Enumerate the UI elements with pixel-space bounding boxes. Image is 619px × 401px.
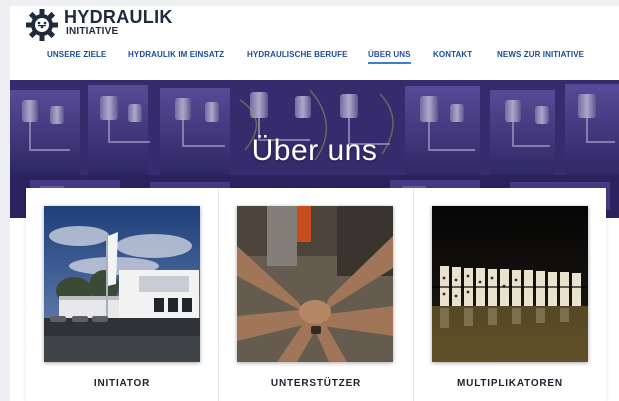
site-logo[interactable]: HYDRAULIK INITIATIVE: [24, 6, 174, 46]
card-multiplikatoren-label[interactable]: MULTIPLIKATOREN: [414, 378, 606, 389]
logo-subtitle: INITIATIVE: [66, 26, 119, 37]
gear-icon: [26, 9, 58, 41]
nav-item-hydraulische-berufe[interactable]: HYDRAULISCHE BERUFE: [247, 50, 348, 59]
cards-panel: INITIATOR UNTERSTÜTZER MULTIPLIKATOREN: [26, 188, 606, 401]
logo-title: HYDRAULIK: [64, 7, 173, 27]
card-initiator-label[interactable]: INITIATOR: [26, 378, 218, 389]
nav-item-news-zur-initiative[interactable]: NEWS ZUR INITIATIVE: [497, 50, 584, 59]
page: HYDRAULIK INITIATIVE UNSERE ZIELE HYDRAU…: [10, 6, 619, 401]
main-nav: UNSERE ZIELE HYDRAULIK IM EINSATZ HYDRAU…: [10, 48, 619, 68]
card-initiator-image[interactable]: [44, 206, 200, 362]
card-multiplikatoren[interactable]: MULTIPLIKATOREN: [414, 188, 606, 401]
card-initiator[interactable]: INITIATOR: [26, 188, 218, 401]
building-photo: [44, 206, 200, 362]
hero-title: Über uns: [251, 134, 378, 167]
browser-frame-left: [0, 0, 10, 401]
site-header: HYDRAULIK INITIATIVE UNSERE ZIELE HYDRAU…: [10, 6, 619, 80]
card-unterstuetzer-label[interactable]: UNTERSTÜTZER: [219, 378, 413, 389]
nav-item-unsere-ziele[interactable]: UNSERE ZIELE: [47, 50, 106, 59]
dominoes-photo: [432, 206, 588, 362]
card-unterstuetzer-image[interactable]: [237, 206, 393, 362]
card-unterstuetzer[interactable]: UNTERSTÜTZER: [219, 188, 413, 401]
card-multiplikatoren-image[interactable]: [432, 206, 588, 362]
nav-item-kontakt[interactable]: KONTAKT: [433, 50, 472, 59]
team-hands-photo: [237, 206, 393, 362]
nav-item-hydraulik-im-einsatz[interactable]: HYDRAULIK IM EINSATZ: [128, 50, 224, 59]
nav-item-ueber-uns[interactable]: ÜBER UNS: [368, 50, 411, 64]
